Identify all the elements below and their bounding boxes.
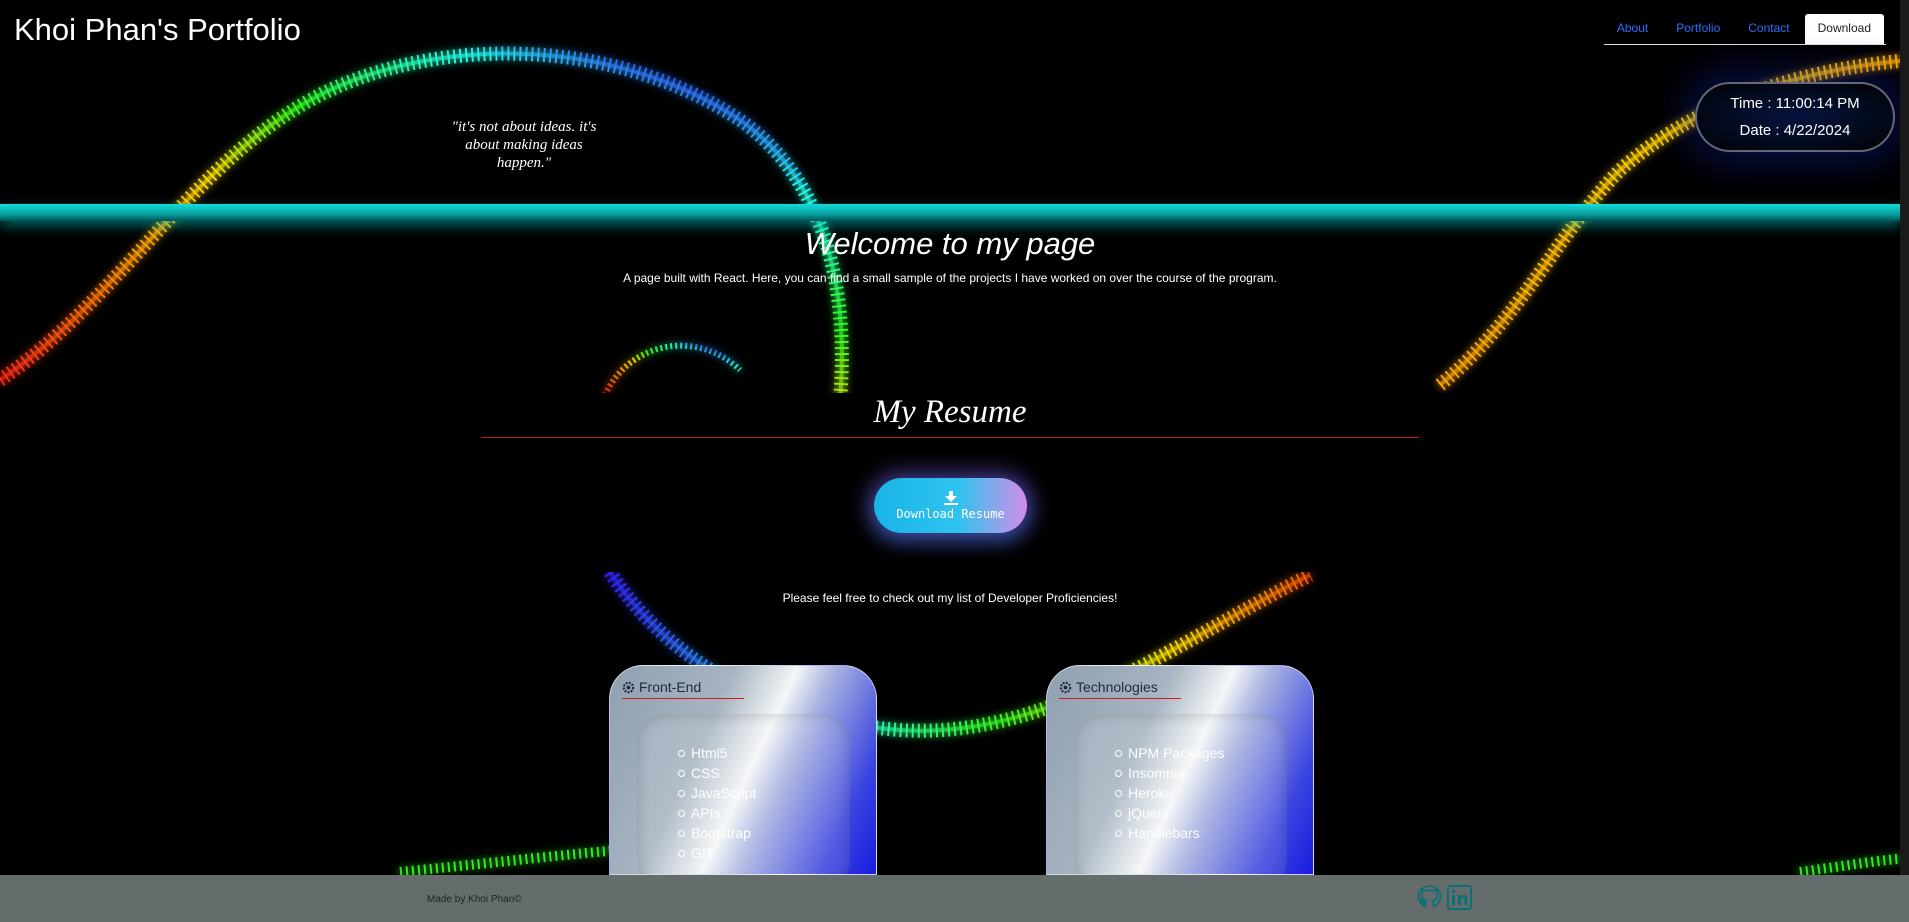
list-item: JavaScript	[677, 785, 757, 801]
footer-credit: Made by Khoi Phan©	[427, 894, 522, 905]
card-title: Technologies	[1076, 679, 1158, 695]
cyan-divider-bar	[0, 204, 1900, 221]
nav-portfolio[interactable]: Portfolio	[1663, 14, 1733, 44]
site-title: Khoi Phan's Portfolio	[14, 12, 301, 47]
background-waves	[0, 46, 1909, 875]
skills-list: Html5 CSS JavaScript APIs Bootstrap GIT	[677, 743, 757, 863]
list-item: Heroku	[1114, 783, 1224, 803]
gear-icon	[622, 681, 635, 693]
card-list-panel: Html5 CSS JavaScript APIs Bootstrap GIT	[637, 714, 850, 874]
github-link[interactable]	[1416, 884, 1443, 911]
card-underline	[622, 698, 744, 699]
card-title: Front-End	[639, 679, 702, 695]
list-item: Handlebars	[1114, 823, 1224, 843]
list-item: Insomnia	[1114, 763, 1224, 783]
main-nav: About Portfolio Contact Download	[1603, 14, 1886, 45]
download-resume-button[interactable]: Download Resume	[874, 478, 1027, 533]
list-item: jQuery	[1114, 803, 1224, 823]
quote-text: "it's not about ideas. it's about making…	[451, 119, 597, 171]
page: Khoi Phan's Portfolio About Portfolio Co…	[0, 0, 1909, 922]
resume-title: My Resume	[873, 394, 1027, 430]
card-list-panel: NPM Packages Insomnia Heroku jQuery Hand…	[1074, 714, 1287, 874]
nav-download[interactable]: Download	[1804, 14, 1884, 44]
card-header: Front-End	[622, 679, 701, 695]
resume-divider	[481, 437, 1419, 438]
card-underline	[1059, 698, 1181, 699]
welcome-title: Welcome to my page	[804, 226, 1096, 261]
linkedin-icon	[1447, 885, 1472, 910]
list-item: Html5	[677, 743, 756, 763]
gear-icon	[1059, 681, 1072, 693]
github-icon	[1417, 885, 1442, 908]
list-item: NPM Packages	[1114, 745, 1225, 761]
nav-contact[interactable]: Contact	[1735, 14, 1802, 44]
footer-social-links	[1416, 884, 1476, 911]
clock-time: Time : 11:00:14 PM	[1730, 95, 1860, 112]
proficiencies-text: Please feel free to check out my list of…	[782, 591, 1118, 605]
card-header: Technologies	[1059, 679, 1158, 695]
list-item: CSS	[677, 763, 756, 783]
footer: Made by Khoi Phan©	[0, 875, 1909, 922]
clock-date: Date : 4/22/2024	[1739, 122, 1851, 139]
card-technologies: Technologies NPM Packages Insomnia Herok…	[1046, 665, 1314, 875]
skills-list: NPM Packages Insomnia Heroku jQuery Hand…	[1114, 743, 1225, 843]
vertical-scrollbar[interactable]	[1900, 0, 1909, 875]
nav-about[interactable]: About	[1604, 14, 1661, 44]
welcome-subtitle: A page built with React. Here, you can f…	[623, 271, 1277, 285]
list-item: APIs	[677, 803, 756, 823]
linkedin-link[interactable]	[1446, 884, 1473, 911]
list-item: Bootstrap	[677, 823, 756, 843]
download-resume-label: Download Resume	[896, 506, 1005, 521]
download-icon	[943, 490, 958, 505]
clock-widget: Time : 11:00:14 PM Date : 4/22/2024	[1695, 82, 1895, 152]
list-item: GIT	[677, 843, 756, 863]
card-front-end: Front-End Html5 CSS JavaScript APIs Boot…	[609, 665, 877, 875]
